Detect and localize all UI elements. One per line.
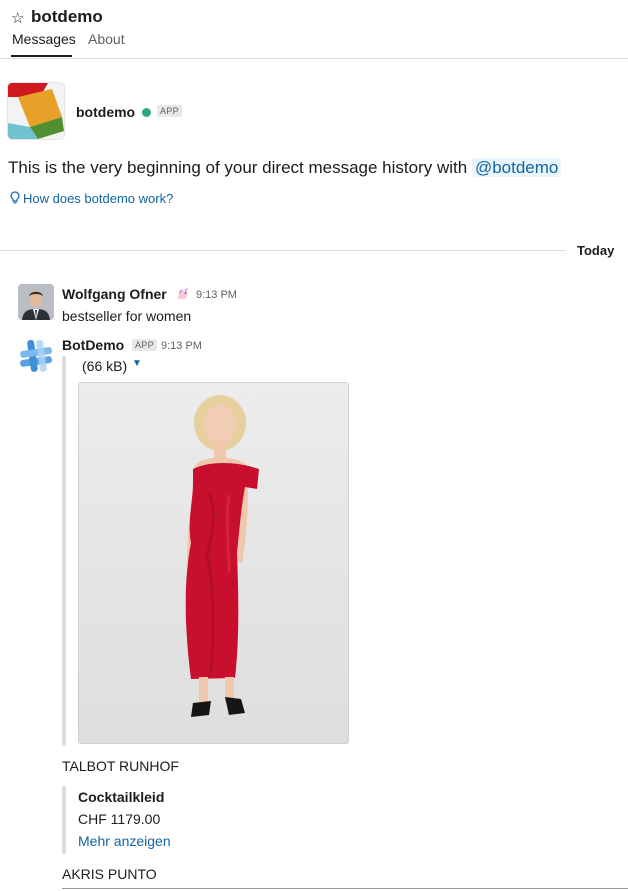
tab-about[interactable]: About (88, 31, 125, 47)
app-badge: APP (132, 339, 157, 351)
app-badge: APP (157, 105, 182, 117)
active-tab-indicator (11, 55, 72, 57)
message-timestamp[interactable]: 9:13 PM (196, 289, 237, 301)
caret-down-icon[interactable]: ▼ (132, 358, 142, 369)
intro-message: This is the very beginning of your direc… (8, 158, 562, 178)
unicorn-icon (178, 287, 188, 299)
tab-messages[interactable]: Messages (12, 31, 76, 47)
file-size: (66 kB) (82, 358, 128, 374)
composer-divider (62, 888, 628, 889)
day-divider (0, 250, 566, 251)
attachment-border (62, 786, 66, 854)
intro-text: This is the very beginning of your direc… (8, 158, 472, 177)
message-sender[interactable]: Wolfgang Ofner (62, 286, 167, 302)
bot-name[interactable]: botdemo (76, 104, 135, 120)
more-link[interactable]: Mehr anzeigen (78, 833, 171, 849)
bot-mention[interactable]: @botdemo (471, 158, 562, 177)
online-status-icon (142, 108, 151, 117)
attachment-border (62, 356, 66, 746)
message-timestamp[interactable]: 9:13 PM (161, 340, 202, 352)
help-link[interactable]: How does botdemo work? (10, 191, 173, 206)
day-divider-label: Today (577, 243, 615, 258)
product-price: CHF 1179.00 (78, 811, 161, 827)
channel-title[interactable]: botdemo (31, 7, 103, 27)
lightbulb-icon (10, 191, 20, 204)
avatar[interactable] (18, 284, 54, 320)
botdemo-logo[interactable] (8, 83, 64, 139)
product-brand: TALBOT RUNHOF (62, 758, 179, 774)
message-sender[interactable]: BotDemo (62, 337, 124, 353)
message-text: bestseller for women (62, 308, 192, 324)
channel-header: ☆ botdemo Messages About (0, 0, 628, 59)
product-title: Cocktailkleid (78, 789, 165, 805)
product-brand: AKRIS PUNTO (62, 866, 157, 882)
help-link-label: How does botdemo work? (23, 191, 174, 206)
botdemo-avatar[interactable] (18, 338, 54, 374)
star-icon[interactable]: ☆ (11, 9, 24, 27)
product-image[interactable] (78, 382, 349, 744)
